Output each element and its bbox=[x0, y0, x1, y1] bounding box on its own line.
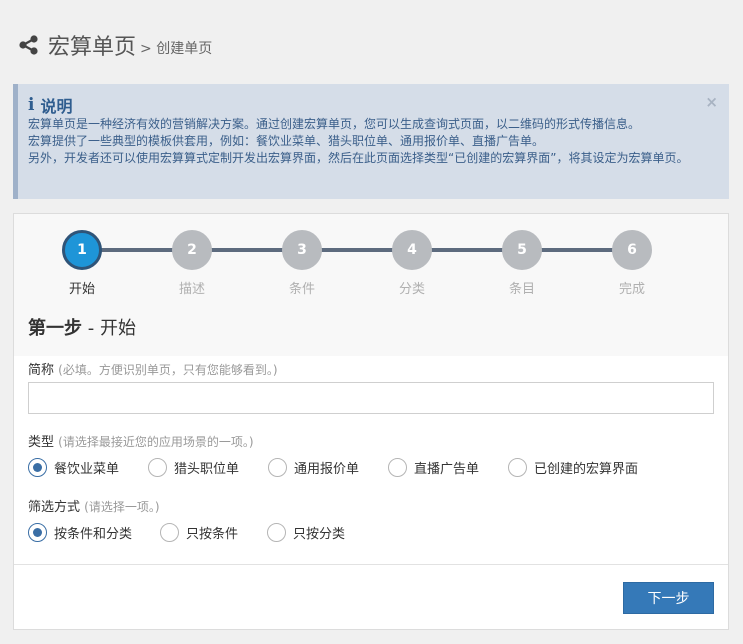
radio-label: 餐饮业菜单 bbox=[54, 461, 120, 477]
steps-progress-line bbox=[84, 248, 634, 252]
step-label: 条目 bbox=[508, 282, 535, 297]
step-label: 条件 bbox=[288, 282, 315, 297]
radio-button[interactable] bbox=[268, 457, 287, 477]
type-radio-quote[interactable]: 通用报价单 bbox=[268, 457, 388, 477]
name-field-label: 简称 (必填。方便识别单页，只有您能够看到。) bbox=[28, 359, 278, 378]
radio-label: 只按分类 bbox=[293, 526, 346, 542]
step-2[interactable]: 2 描述 bbox=[172, 230, 212, 297]
radio-label: 按条件和分类 bbox=[54, 526, 133, 542]
step-label: 完成 bbox=[618, 282, 645, 297]
radio-label: 猎头职位单 bbox=[174, 461, 240, 477]
step-1[interactable]: 1 开始 bbox=[62, 230, 102, 297]
info-line-2: 宏算提供了一些典型的模板供套用，例如：餐饮业菜单、猎头职位单、通用报价单、直播广… bbox=[28, 134, 545, 148]
radio-label: 直播广告单 bbox=[414, 461, 480, 477]
type-radio-menu[interactable]: 餐饮业菜单 bbox=[28, 457, 148, 477]
step-4[interactable]: 4 分类 bbox=[392, 230, 432, 297]
name-hint: (必填。方便识别单页，只有您能够看到。) bbox=[58, 363, 278, 377]
radio-button[interactable] bbox=[160, 522, 179, 542]
step-label: 分类 bbox=[398, 282, 425, 297]
next-button[interactable]: 下一步 bbox=[623, 582, 714, 614]
step-heading: 第一步 - 开始 bbox=[28, 314, 136, 340]
footer-divider bbox=[14, 564, 728, 565]
type-radio-ad[interactable]: 直播广告单 bbox=[388, 457, 508, 477]
info-icon: i bbox=[28, 95, 35, 115]
radio-button[interactable] bbox=[148, 457, 167, 477]
step-label: 开始 bbox=[68, 282, 95, 297]
step-3[interactable]: 3 条件 bbox=[282, 230, 322, 297]
type-radio-headhunter[interactable]: 猎头职位单 bbox=[148, 457, 268, 477]
type-radio-custom[interactable]: 已创建的宏算界面 bbox=[508, 457, 658, 477]
info-line-3: 另外，开发者还可以使用宏算算式定制开发出宏算界面，然后在此页面选择类型“已创建的… bbox=[28, 151, 689, 165]
radio-label: 只按条件 bbox=[186, 526, 239, 542]
info-line-1: 宏算单页是一种经济有效的营销解决方案。通过创建宏算单页，您可以生成查询式页面，以… bbox=[28, 117, 641, 131]
radio-button[interactable] bbox=[267, 522, 286, 542]
type-field-label: 类型 (请选择最接近您的应用场景的一项。) bbox=[28, 431, 254, 450]
info-title: i 说明 bbox=[28, 94, 715, 116]
info-alert: i 说明 宏算单页是一种经济有效的营销解决方案。通过创建宏算单页，您可以生成查询… bbox=[13, 84, 729, 199]
radio-label: 已创建的宏算界面 bbox=[534, 461, 639, 477]
filter-field-label: 筛选方式 (请选择一项。) bbox=[28, 496, 160, 515]
step-5[interactable]: 5 条目 bbox=[502, 230, 542, 297]
radio-button[interactable] bbox=[28, 457, 47, 477]
wizard-panel: 1 开始 2 描述 3 条件 4 分类 5 条目 6 完成 第一步 - 开始 简… bbox=[13, 213, 729, 630]
radio-button[interactable] bbox=[508, 457, 527, 477]
page-header: 宏算单页 > 创建单页 bbox=[18, 30, 212, 60]
step-circle: 1 bbox=[62, 230, 102, 270]
type-hint: (请选择最接近您的应用场景的一项。) bbox=[58, 435, 254, 449]
radio-label: 通用报价单 bbox=[294, 461, 360, 477]
name-label-text: 简称 bbox=[28, 363, 55, 378]
filter-radio-category[interactable]: 只按分类 bbox=[267, 522, 377, 542]
radio-button[interactable] bbox=[388, 457, 407, 477]
filter-radio-both[interactable]: 按条件和分类 bbox=[28, 522, 160, 542]
share-icon bbox=[19, 35, 38, 55]
page-title: 宏算单页 bbox=[48, 35, 137, 60]
step-circle: 2 bbox=[172, 230, 212, 270]
step-circle: 4 bbox=[392, 230, 432, 270]
type-radio-group: 餐饮业菜单 猎头职位单 通用报价单 直播广告单 已创建的宏算界面 bbox=[28, 456, 658, 478]
filter-hint: (请选择一项。) bbox=[84, 500, 160, 514]
info-title-text: 说明 bbox=[40, 97, 73, 116]
step-6[interactable]: 6 完成 bbox=[612, 230, 652, 297]
filter-radio-group: 按条件和分类 只按条件 只按分类 bbox=[28, 521, 377, 543]
name-input[interactable] bbox=[28, 382, 714, 414]
close-icon[interactable]: × bbox=[705, 93, 718, 111]
step-heading-rest: - 开始 bbox=[82, 318, 136, 339]
step-circle: 6 bbox=[612, 230, 652, 270]
step-circle: 5 bbox=[502, 230, 542, 270]
step-heading-strong: 第一步 bbox=[28, 318, 82, 339]
filter-radio-condition[interactable]: 只按条件 bbox=[160, 522, 267, 542]
filter-label-text: 筛选方式 bbox=[28, 500, 81, 515]
breadcrumb: > 创建单页 bbox=[140, 40, 213, 57]
type-label-text: 类型 bbox=[28, 435, 55, 450]
radio-button[interactable] bbox=[28, 522, 47, 542]
step-label: 描述 bbox=[178, 282, 205, 297]
step-circle: 3 bbox=[282, 230, 322, 270]
